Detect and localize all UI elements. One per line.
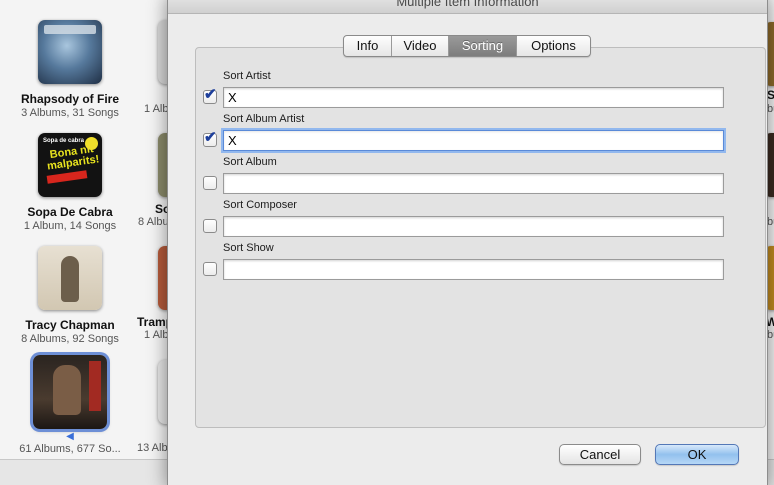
checkmark-icon: ✔	[204, 129, 217, 146]
sort-show-field[interactable]	[223, 259, 724, 280]
band-logo	[44, 25, 96, 34]
album-artwork	[33, 355, 107, 429]
album-artwork	[38, 20, 102, 84]
sort-artist-label: Sort Artist	[223, 70, 271, 82]
album-artwork	[38, 246, 102, 310]
artist-tile-selected[interactable]: ◀ 61 Albums, 677 So...	[0, 355, 140, 455]
artist-name: Sopa De Cabra	[27, 205, 113, 219]
sort-show-label: Sort Show	[223, 242, 274, 254]
sort-album-checkbox[interactable]	[203, 176, 217, 190]
artist-meta: 3 Albums, 31 Songs	[21, 107, 119, 119]
artist-meta: 1 Album, 14 Songs	[23, 220, 117, 232]
artwork-stripe	[46, 170, 88, 184]
sort-album-artist-checkbox[interactable]: ✔	[203, 129, 217, 147]
artwork-stripe	[89, 361, 101, 411]
sort-artist-checkbox[interactable]: ✔	[203, 86, 217, 104]
tab-video[interactable]: Video	[392, 36, 449, 56]
artist-meta: 8 Albums, 92 Songs	[21, 333, 119, 345]
artist-name: Tracy Chapman	[25, 318, 115, 332]
speaker-icon: ◀	[66, 431, 74, 442]
sort-album-label: Sort Album	[223, 156, 277, 168]
sort-composer-field[interactable]	[223, 216, 724, 237]
sort-album-artist-field[interactable]: X	[223, 130, 724, 151]
artist-tile-tracy-chapman[interactable]: Tracy Chapman 8 Albums, 92 Songs	[0, 246, 140, 345]
artist-tile-rhapsody-of-fire[interactable]: Rhapsody of Fire 3 Albums, 31 Songs	[0, 20, 140, 119]
artwork-figure	[61, 256, 79, 302]
sort-artist-field[interactable]: X	[223, 87, 724, 108]
artwork-badge	[85, 137, 98, 150]
artist-name-partial: S	[767, 88, 774, 102]
artist-meta-partial: bu	[767, 329, 774, 341]
multiple-item-information-dialog: Multiple Item Information Info Video Sor…	[167, 0, 768, 485]
artist-tile-sopa-de-cabra[interactable]: Sopa de cabra Bona nit malparits! Sopa D…	[0, 133, 140, 232]
artist-meta-partial: bu	[767, 103, 774, 115]
sort-composer-checkbox[interactable]	[203, 219, 217, 233]
tab-sorting[interactable]: Sorting	[449, 36, 517, 56]
sort-album-field[interactable]	[223, 173, 724, 194]
artwork-text: Sopa de cabra	[43, 138, 85, 144]
sort-show-checkbox[interactable]	[203, 262, 217, 276]
artist-name: Rhapsody of Fire	[20, 92, 119, 106]
sort-album-artist-label: Sort Album Artist	[223, 113, 305, 125]
tab-info[interactable]: Info	[344, 36, 392, 56]
tab-options[interactable]: Options	[517, 36, 590, 56]
dialog-title-bar[interactable]: Multiple Item Information	[168, 0, 767, 14]
artist-meta-partial: bu	[767, 216, 774, 228]
dialog-title: Multiple Item Information	[396, 0, 539, 9]
ok-button[interactable]: OK	[655, 444, 739, 465]
sort-composer-label: Sort Composer	[223, 199, 297, 211]
artist-meta-partial: 1 Alb	[144, 329, 169, 341]
artist-meta: 61 Albums, 677 So...	[19, 443, 121, 455]
checkmark-icon: ✔	[204, 86, 217, 103]
artwork-figure	[53, 365, 81, 415]
artist-meta-partial: 1 Alb	[144, 103, 169, 115]
tab-bar: Info Video Sorting Options	[343, 35, 591, 57]
album-artwork: Sopa de cabra Bona nit malparits!	[38, 133, 102, 197]
artist-meta-partial: 13 Alb	[137, 442, 168, 454]
artist-meta-partial: 8 Albu	[138, 216, 169, 228]
cancel-button[interactable]: Cancel	[559, 444, 641, 465]
